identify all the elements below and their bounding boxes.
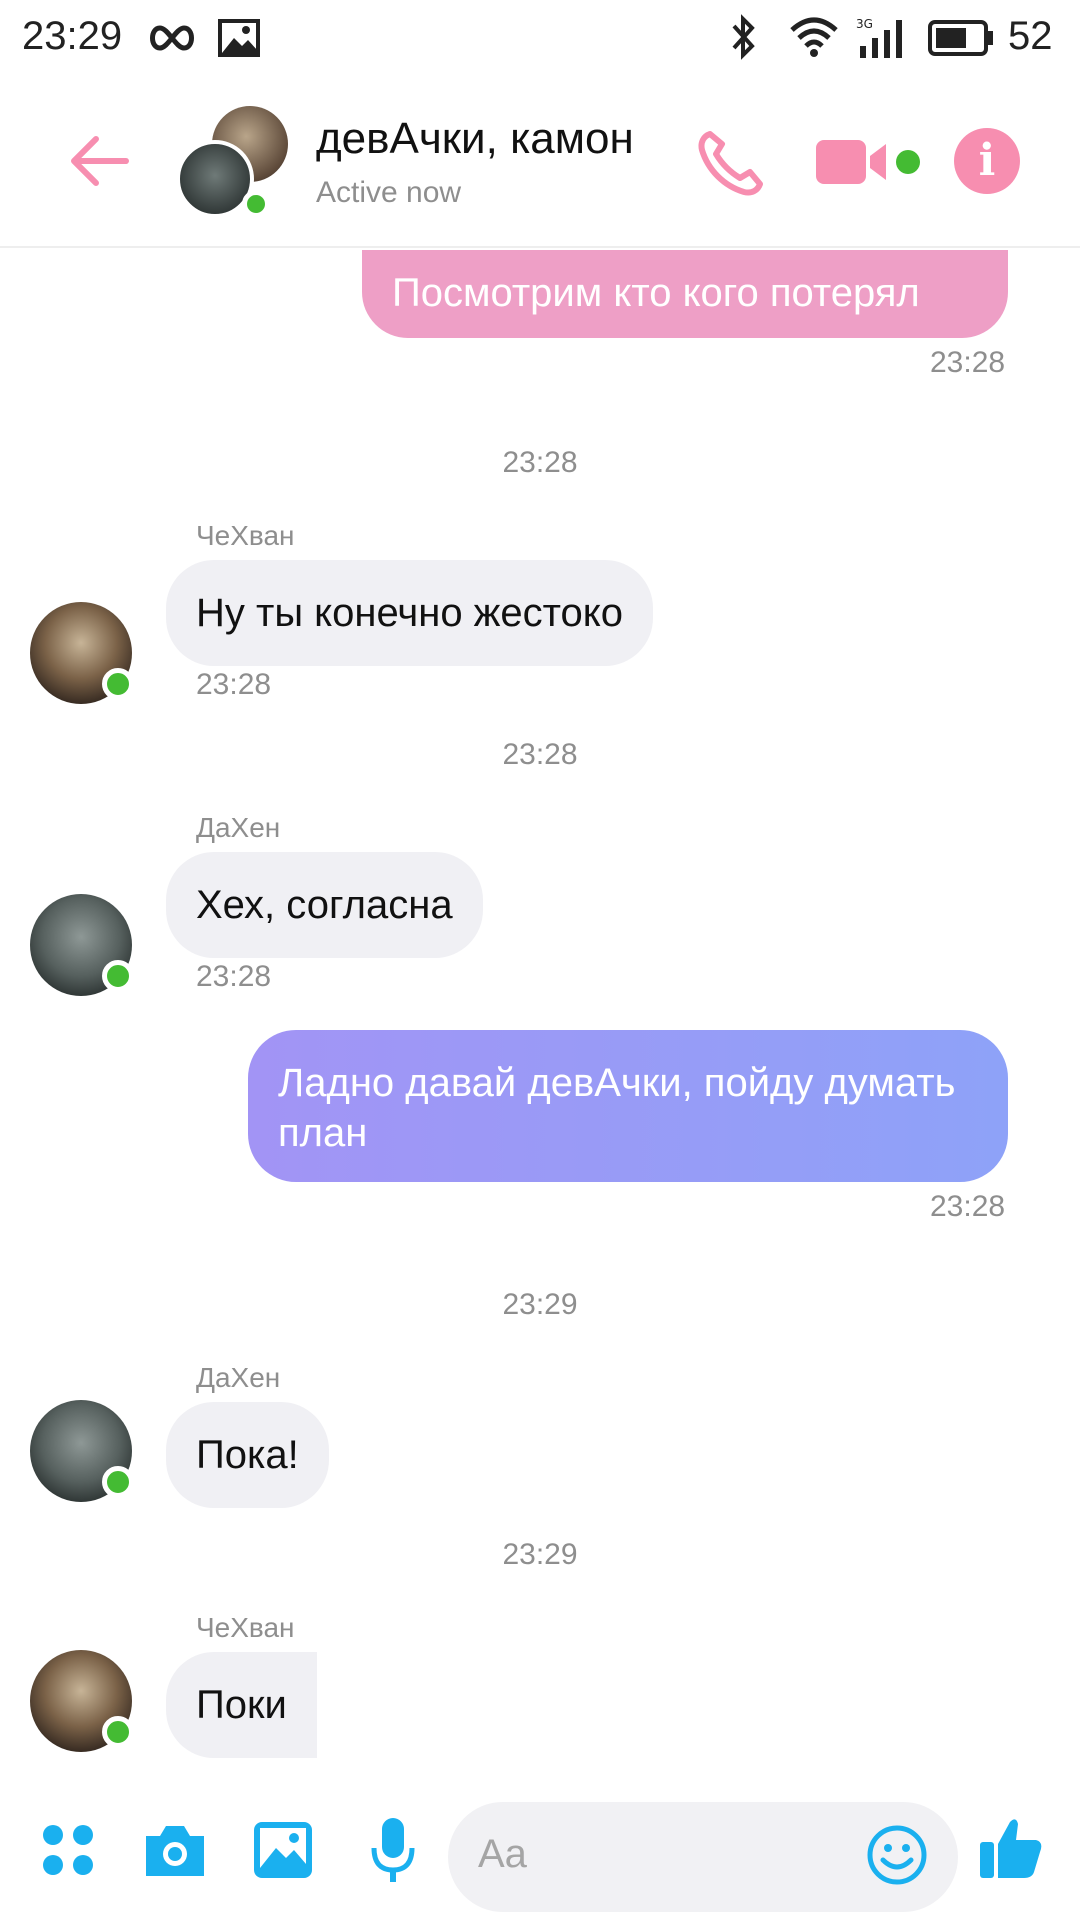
- online-indicator: [102, 1716, 134, 1748]
- message-time: 23:28: [196, 960, 272, 993]
- message-list[interactable]: Посмотрим кто кого потерял 23:28 23:28 Ч…: [0, 250, 1080, 1760]
- chat-title[interactable]: девАчки, камон: [316, 114, 634, 164]
- back-arrow-icon[interactable]: [64, 126, 134, 196]
- thumbs-up-icon[interactable]: [978, 1814, 1044, 1880]
- signal-label: 3G: [856, 17, 873, 31]
- message-time: 23:28: [930, 346, 1006, 379]
- message-composer: Aa: [0, 1780, 1080, 1920]
- incoming-message[interactable]: Поки: [166, 1652, 317, 1758]
- outgoing-message[interactable]: Ладно давай девАчки, пойду думать план: [248, 1030, 1008, 1182]
- online-indicator: [242, 190, 270, 218]
- phone-call-icon[interactable]: [696, 128, 766, 198]
- message-text: Поки: [196, 1683, 287, 1727]
- message-time: 23:28: [930, 1190, 1006, 1223]
- time-separator: 23:28: [502, 446, 578, 479]
- sender-name: ЧеХван: [196, 1612, 295, 1643]
- message-time: 23:28: [196, 668, 272, 701]
- info-icon[interactable]: i: [954, 128, 1020, 194]
- online-indicator: [102, 1466, 134, 1498]
- incoming-message[interactable]: Пока!: [166, 1402, 329, 1508]
- message-text: Ладно давай девАчки, пойду думать план: [278, 1061, 956, 1155]
- infinity-icon: [150, 25, 194, 51]
- status-bar: 23:29 3G 52: [0, 0, 1080, 76]
- input-placeholder: Aa: [478, 1832, 527, 1876]
- time-separator: 23:28: [502, 738, 578, 771]
- gallery-icon[interactable]: [252, 1820, 314, 1880]
- message-text: Посмотрим кто кого потерял: [392, 271, 920, 315]
- message-text: Пока!: [196, 1433, 299, 1477]
- battery-icon: [928, 20, 993, 56]
- microphone-icon[interactable]: [368, 1816, 418, 1886]
- sender-name: ДаХен: [196, 1362, 281, 1393]
- sender-name: ЧеХван: [196, 520, 295, 551]
- bluetooth-icon: [732, 14, 755, 60]
- chat-status: Active now: [316, 176, 462, 209]
- video-active-dot: [896, 150, 920, 174]
- emoji-icon[interactable]: [866, 1824, 928, 1886]
- time-separator: 23:29: [502, 1538, 578, 1571]
- message-text: Хех, согласна: [196, 883, 453, 927]
- message-text: Ну ты конечно жестоко: [196, 591, 623, 635]
- signal-3g-icon: 3G: [856, 17, 902, 58]
- video-call-icon[interactable]: [814, 132, 894, 192]
- incoming-message[interactable]: Хех, согласна: [166, 852, 483, 958]
- wifi-icon: [790, 17, 838, 57]
- time-separator: 23:29: [502, 1288, 578, 1321]
- battery-level: 52: [1008, 14, 1053, 58]
- status-time: 23:29: [22, 14, 123, 58]
- sender-name: ДаХен: [196, 812, 281, 843]
- camera-icon[interactable]: [142, 1820, 208, 1880]
- message-input[interactable]: Aa: [448, 1802, 958, 1912]
- online-indicator: [102, 960, 134, 992]
- online-indicator: [102, 668, 134, 700]
- outgoing-message[interactable]: Посмотрим кто кого потерял: [362, 250, 1008, 338]
- chat-header: девАчки, камон Active now i: [0, 76, 1080, 248]
- apps-icon[interactable]: [38, 1820, 98, 1880]
- image-icon: [218, 19, 260, 57]
- group-avatar[interactable]: [170, 106, 290, 226]
- incoming-message[interactable]: Ну ты конечно жестоко: [166, 560, 653, 666]
